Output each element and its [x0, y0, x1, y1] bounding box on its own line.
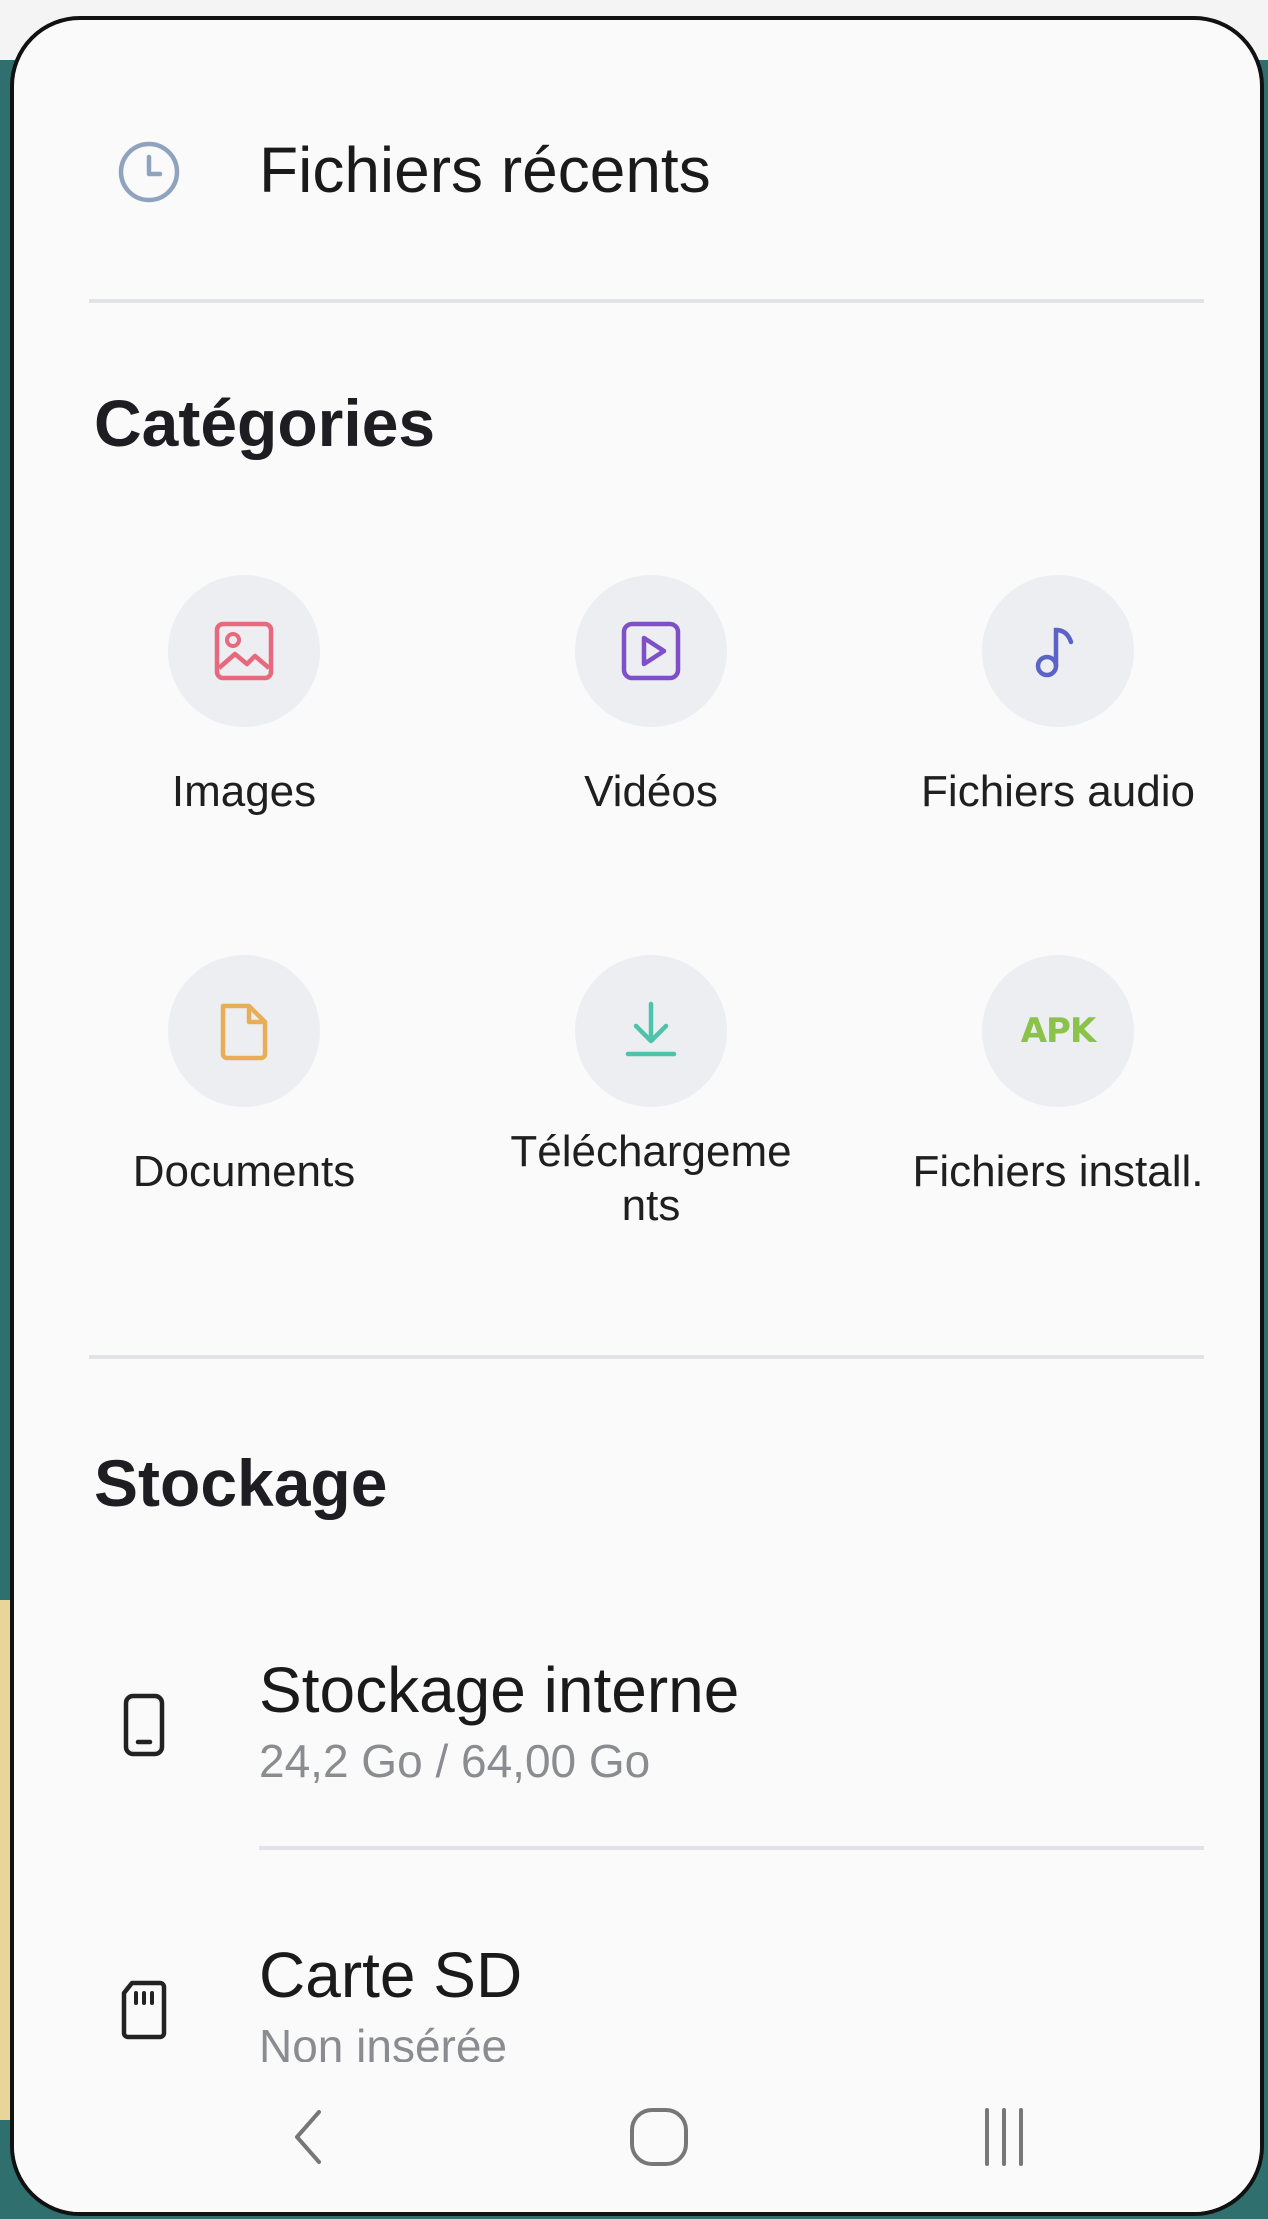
storage-item-title: Stockage interne	[259, 1654, 740, 1726]
category-icon-circle	[168, 955, 320, 1107]
clock-icon	[118, 141, 180, 203]
category-icon-circle	[575, 955, 727, 1107]
category-downloads[interactable]: Téléchargeme nts	[441, 955, 861, 1233]
document-icon	[220, 1003, 268, 1061]
divider	[259, 1846, 1204, 1850]
recent-files-label: Fichiers récents	[259, 134, 711, 206]
category-label: Fichiers audio	[921, 767, 1195, 816]
navigation-bar	[14, 2062, 1260, 2212]
recent-files-row[interactable]: Fichiers récents	[14, 115, 1260, 235]
phone-icon	[123, 1693, 165, 1757]
category-icon-circle	[575, 575, 727, 727]
category-icon-circle: APK	[982, 955, 1134, 1107]
divider	[89, 1355, 1204, 1359]
storage-item-title: Carte SD	[259, 1939, 523, 2011]
storage-title: Stockage	[94, 1446, 388, 1520]
category-label: Images	[171, 767, 317, 816]
storage-item-subtitle: 24,2 Go / 64,00 Go	[259, 1735, 651, 1787]
storage-internal[interactable]: Stockage interne 24,2 Go / 64,00 Go	[14, 1635, 1260, 1815]
home-icon	[630, 2108, 688, 2166]
image-icon	[214, 621, 274, 681]
category-documents[interactable]: Documents	[34, 955, 454, 1199]
category-label: Documents	[132, 1147, 356, 1196]
recent-apps-button[interactable]	[959, 2092, 1049, 2182]
category-images[interactable]: Images	[34, 575, 454, 819]
category-icon-circle	[982, 575, 1134, 727]
recent-apps-icon	[985, 2108, 1023, 2166]
category-label: Téléchargeme nts	[510, 1127, 792, 1230]
category-label: Fichiers install.	[912, 1147, 1204, 1196]
music-note-icon	[1035, 627, 1074, 678]
category-videos[interactable]: Vidéos	[441, 575, 861, 819]
apk-icon: APK	[1020, 1011, 1097, 1051]
phone-screen: Fichiers récents Catégories Images Vidéo…	[10, 16, 1264, 2216]
category-apk[interactable]: APK Fichiers install.	[848, 955, 1260, 1199]
categories-title: Catégories	[94, 386, 436, 460]
category-icon-circle	[168, 575, 320, 727]
back-icon	[295, 2110, 321, 2164]
video-play-icon	[621, 621, 681, 681]
sd-card-icon	[121, 1980, 167, 2040]
download-icon	[625, 1001, 677, 1057]
divider	[89, 299, 1204, 303]
back-button[interactable]	[264, 2092, 354, 2182]
home-button[interactable]	[614, 2092, 704, 2182]
category-label: Vidéos	[584, 767, 718, 816]
category-audio[interactable]: Fichiers audio	[848, 575, 1260, 819]
